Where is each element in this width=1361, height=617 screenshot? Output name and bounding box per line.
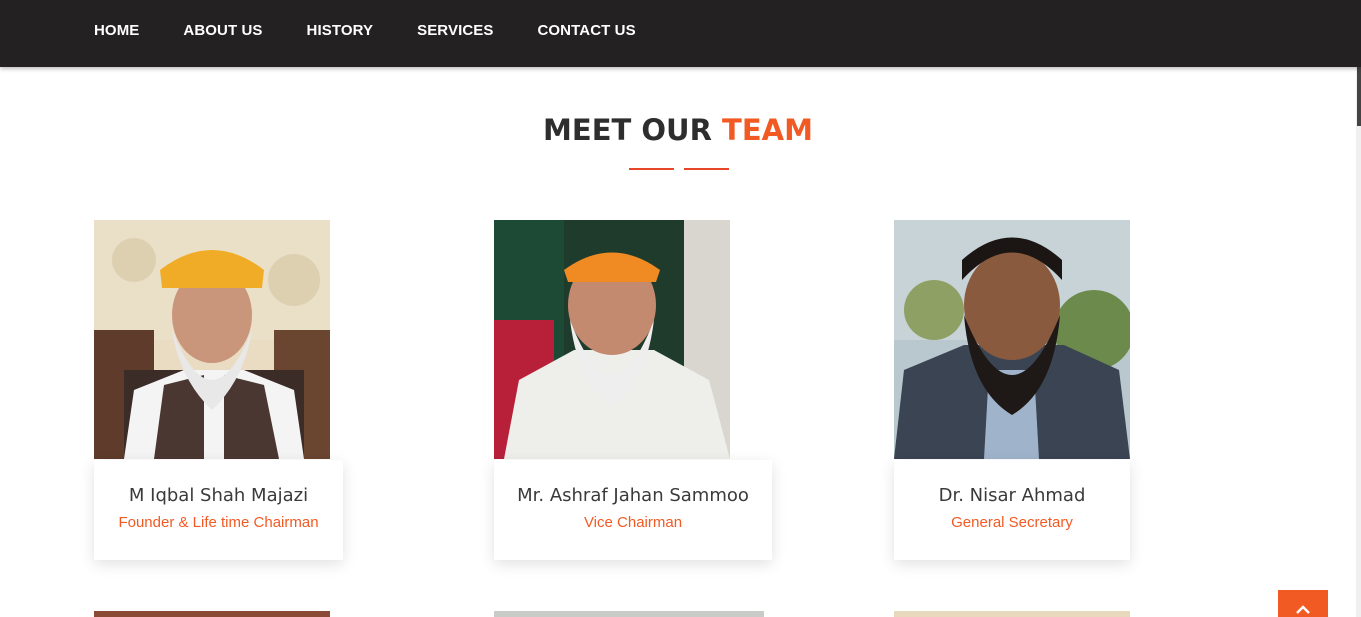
title-divider-left <box>629 168 674 170</box>
member-photo-1 <box>94 220 330 459</box>
back-to-top-button[interactable] <box>1278 590 1328 617</box>
member-photo-6 <box>894 611 1130 617</box>
member-card-3: Dr. Nisar Ahmad General Secretary <box>894 460 1130 560</box>
member-photo-5 <box>494 611 764 617</box>
member-name-1: M Iqbal Shah Majazi <box>128 485 309 506</box>
main-menu: HOME ABOUT US HISTORY SERVICES CONTACT U… <box>94 22 680 39</box>
member-card-1: M Iqbal Shah Majazi Founder & Life time … <box>94 460 343 560</box>
section-title: MEET OUR TEAM <box>0 113 1356 147</box>
nav-services[interactable]: SERVICES <box>417 22 493 39</box>
chevron-up-icon <box>1296 605 1310 614</box>
member-name-2: Mr. Ashraf Jahan Sammoo <box>517 485 749 506</box>
member-name-3: Dr. Nisar Ahmad <box>938 485 1086 506</box>
nav-contact-us[interactable]: CONTACT US <box>537 22 635 39</box>
top-navbar: HOME ABOUT US HISTORY SERVICES CONTACT U… <box>0 0 1361 67</box>
nav-history[interactable]: HISTORY <box>307 22 374 39</box>
member-role-2: Vice Chairman <box>583 514 683 531</box>
section-title-main: MEET OUR <box>543 113 712 147</box>
member-photo-2 <box>494 220 730 459</box>
member-card-2: Mr. Ashraf Jahan Sammoo Vice Chairman <box>494 460 772 560</box>
section-title-accent: TEAM <box>722 113 813 147</box>
title-divider-right <box>684 168 729 170</box>
nav-home[interactable]: HOME <box>94 22 139 39</box>
member-role-1: Founder & Life time Chairman <box>118 514 319 531</box>
member-photo-3 <box>894 220 1130 459</box>
page-scrollbar[interactable] <box>1356 0 1361 617</box>
nav-about-us[interactable]: ABOUT US <box>183 22 262 39</box>
scrollbar-thumb[interactable] <box>1357 66 1361 126</box>
member-photo-4 <box>94 611 330 617</box>
member-role-3: General Secretary <box>951 514 1073 531</box>
